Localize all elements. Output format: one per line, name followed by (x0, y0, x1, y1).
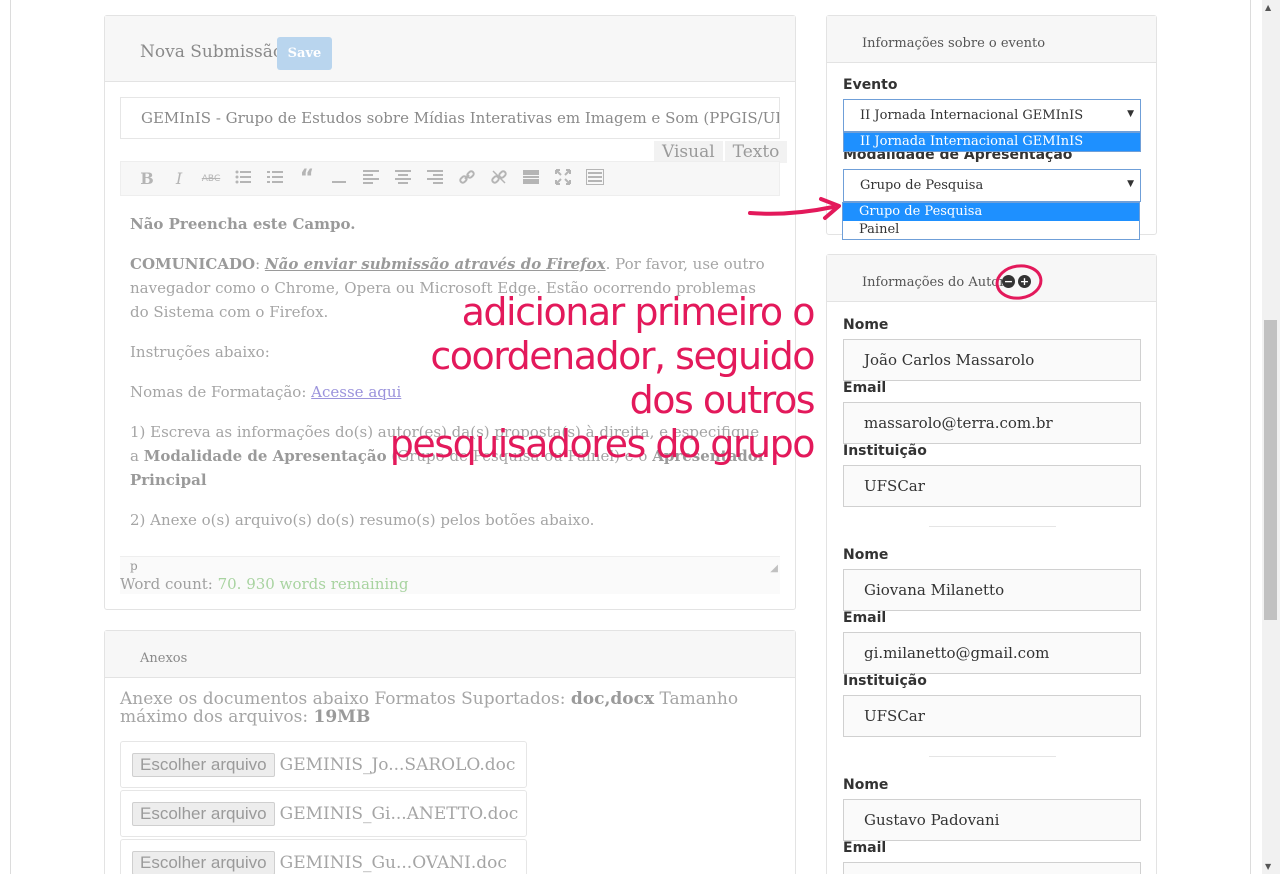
evento-selected-value: II Jornada Internacional GEMInIS (860, 108, 1084, 123)
file-name: GEMINIS_Gi...ANETTO.doc (279, 803, 519, 824)
editor-status-bar: p Word count: 70. 930 words remaining ◢ (120, 556, 780, 594)
attachments-desc-a: Anexe os documentos abaixo Formatos Supo… (120, 689, 571, 709)
bold-icon[interactable]: B (131, 169, 163, 188)
title-input[interactable]: GEMInIS - Grupo de Estudos sobre Mídias … (120, 97, 780, 139)
numbered-list-icon[interactable] (259, 169, 291, 188)
modalidade-dropdown: Grupo de Pesquisa Painel (842, 202, 1140, 240)
element-path: p (130, 559, 138, 573)
editor-toolbar: B I ABC “ (120, 161, 780, 196)
modalidade-option[interactable]: Painel (843, 221, 1139, 239)
editor-tabs: Visual Texto (652, 141, 788, 163)
word-count: Word count: 70. 930 words remaining (120, 575, 408, 593)
author-name-field[interactable]: Giovana Milanetto (843, 569, 1141, 611)
author-institution-field[interactable]: UFSCar (843, 465, 1141, 507)
scroll-down-icon[interactable]: ▼ (1265, 862, 1271, 871)
word-count-label: Word count: (120, 575, 218, 593)
author-email-label: Email (843, 380, 887, 396)
annotation-arrow-icon (748, 197, 841, 220)
chevron-down-icon: ▼ (1127, 179, 1134, 189)
evento-label: Evento (843, 77, 898, 93)
scroll-up-icon[interactable]: ▲ (1265, 3, 1271, 12)
evento-dropdown: II Jornada Internacional GEMInIS (843, 132, 1141, 152)
file-name: GEMINIS_Jo...SAROLO.doc (279, 754, 516, 775)
event-info-title: Informações sobre o evento (862, 36, 1046, 51)
author-email-label: Email (843, 610, 887, 626)
author-name-field[interactable]: Gustavo Padovani (843, 799, 1141, 841)
content-heading: Não Preencha este Campo. (130, 215, 356, 233)
page-border-right (1250, 0, 1251, 874)
max-size: 19MB (313, 707, 371, 727)
bullet-list-icon[interactable] (227, 169, 259, 188)
author-divider (929, 526, 1056, 527)
choose-file-button[interactable]: Escolher arquivo (132, 752, 275, 777)
page-title: Nova Submissão (140, 42, 284, 62)
tab-visual[interactable]: Visual (654, 141, 723, 163)
author-name-label: Nome (843, 547, 889, 563)
resize-grip-icon[interactable]: ◢ (770, 563, 778, 574)
attachments-description: Anexe os documentos abaixo Formatos Supo… (120, 690, 780, 726)
scroll-thumb[interactable] (1264, 320, 1277, 620)
evento-option[interactable]: II Jornada Internacional GEMInIS (844, 133, 1140, 151)
link-icon[interactable] (451, 169, 483, 189)
page-border-left (10, 0, 11, 874)
quote-icon[interactable]: “ (291, 166, 323, 191)
choose-file-button[interactable]: Escolher arquivo (132, 850, 275, 874)
author-divider (929, 756, 1056, 757)
author-email-field[interactable] (843, 862, 1141, 874)
annotation-text: adicionar primeiro o coordenador, seguid… (389, 290, 816, 466)
author-institution-field[interactable]: UFSCar (843, 695, 1141, 737)
attachments-header: Anexos (105, 631, 795, 678)
attachments-title: Anexos (140, 651, 188, 666)
file-row: Escolher arquivo GEMINIS_Gi...ANETTO.doc (120, 790, 527, 837)
supported-formats: doc,docx (570, 689, 655, 709)
page-scrollbar[interactable]: ▲ ▼ (1262, 0, 1280, 874)
align-center-icon[interactable] (387, 169, 419, 188)
horizontal-rule-icon[interactable] (323, 169, 355, 188)
author-name-label: Nome (843, 777, 889, 793)
file-row: Escolher arquivo GEMINIS_Gu...OVANI.doc (120, 839, 527, 874)
read-more-icon[interactable] (515, 169, 547, 188)
step-1-modality: Modalidade de Apresentação (143, 447, 387, 465)
event-info-header: Informações sobre o evento (827, 16, 1156, 63)
chevron-down-icon: ▼ (1127, 109, 1134, 119)
toolbar-toggle-icon[interactable] (579, 168, 611, 189)
annotation-circle-icon (995, 264, 1043, 300)
italic-icon[interactable]: I (163, 169, 195, 188)
modalidade-selected-value: Grupo de Pesquisa (860, 178, 984, 193)
author-email-field[interactable]: gi.milanetto@gmail.com (843, 632, 1141, 674)
step-2: 2) Anexe o(s) arquivo(s) do(s) resumo(s)… (130, 511, 595, 529)
modalidade-select[interactable]: Grupo de Pesquisa ▼ (843, 169, 1141, 202)
author-name-field[interactable]: João Carlos Massarolo (843, 339, 1141, 381)
strikethrough-icon[interactable]: ABC (195, 174, 227, 184)
author-email-field[interactable]: massarolo@terra.com.br (843, 402, 1141, 444)
file-row: Escolher arquivo GEMINIS_Jo...SAROLO.doc (120, 741, 527, 788)
author-email-label: Email (843, 840, 887, 856)
align-right-icon[interactable] (419, 169, 451, 188)
authors-panel: Informações do Autor − + Nome João Carlo… (826, 254, 1157, 874)
attachments-panel: Anexos Anexe os documentos abaixo Format… (104, 630, 796, 874)
unlink-icon[interactable] (483, 169, 515, 189)
tab-text[interactable]: Texto (724, 141, 788, 163)
evento-select[interactable]: II Jornada Internacional GEMInIS ▼ (843, 99, 1141, 132)
firefox-warning: Não enviar submissão através do Firefox (264, 255, 606, 273)
fullscreen-icon[interactable] (547, 168, 579, 189)
author-name-label: Nome (843, 317, 889, 333)
word-count-value: 70. 930 words remaining (217, 575, 409, 593)
author-institution-label: Instituição (843, 443, 927, 459)
notice-label: COMUNICADO (130, 255, 256, 273)
file-name: GEMINIS_Gu...OVANI.doc (279, 852, 507, 873)
save-button[interactable]: Save (277, 37, 332, 70)
authors-title: Informações do Autor (862, 275, 1006, 290)
submission-panel-header: Nova Submissão Save (105, 16, 795, 82)
modalidade-option[interactable]: Grupo de Pesquisa (843, 203, 1139, 221)
norms-label: Nomas de Formatação: (130, 383, 312, 401)
choose-file-button[interactable]: Escolher arquivo (132, 801, 275, 826)
author-institution-label: Instituição (843, 673, 927, 689)
notice-separator: : (255, 255, 265, 273)
align-left-icon[interactable] (355, 169, 387, 188)
